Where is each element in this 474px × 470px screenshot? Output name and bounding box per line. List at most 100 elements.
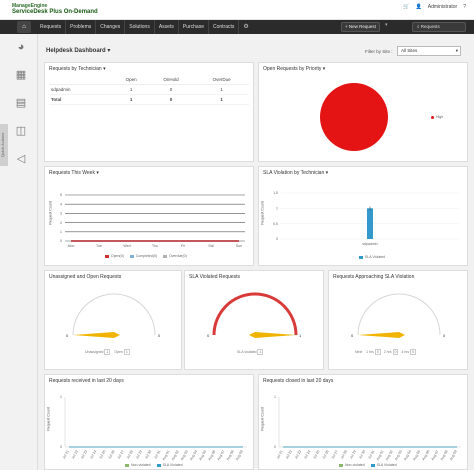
x-tick-label: Aug 07 [431,449,440,461]
sla-violated-gauge [212,292,298,338]
legend-label: 2 hrs [383,350,392,354]
legend-swatch [370,463,375,467]
top-right-menu: 🛒 👤 Administrator ? [403,4,466,10]
nav-purchase[interactable]: Purchase [179,20,209,34]
x-tick-label: Jul 26 [322,449,330,459]
legend-item[interactable]: Completed(0) [129,254,157,258]
x-tick-label: Aug 01 [376,449,385,461]
legend-label: Next [355,350,363,354]
technician-name[interactable]: sdpadmin [49,84,115,95]
legend-swatch [163,254,168,258]
dashboard-title[interactable]: Helpdesk Dashboard ▾ [46,47,110,54]
total-open: 1 [114,94,148,105]
user-menu[interactable]: Administrator [428,4,457,10]
nav-solutions[interactable]: Solutions [125,20,155,34]
chevron-down-icon[interactable]: ▾ [385,22,388,28]
x-tick-label: Sun [236,244,242,248]
x-tick-label: Aug 02 [171,449,180,461]
legend-item[interactable]: Overdue(0) [163,254,187,258]
widget-requests-this-week: Requests This Week ▾ 5 4 3 2 1 0 Mon Tue Wed Thu F… [44,166,254,266]
x-tick-label: Jul 31 [153,449,161,459]
x-tick-label: Aug 05 [198,449,207,461]
open-count[interactable]: 1 [114,84,148,95]
widget-sla-violated: SLA Violated Requests 0 1 SLA violated 1 [184,270,324,370]
document-icon[interactable]: ▤ [14,96,28,110]
y-axis-title: Request Count [260,407,265,431]
gauge-min-label: 0 [351,333,354,338]
quick-actions-tab[interactable]: Quick Actions [0,124,8,166]
search-scope-select[interactable]: ⌕ Requests [412,22,466,32]
y-axis-title: Request Count [260,201,265,225]
x-tick-label: Jul 29 [349,449,357,459]
column-header[interactable]: Open [114,75,148,85]
site-filter-value: All Sites [401,48,418,53]
left-sidebar: Quick Actions ◕ ▦ ▤ ◫ ◁ [0,34,38,470]
widget-received-20-days: Requests received in last 20 days 1 0 Jul … [44,374,254,470]
approaching-gauge [357,293,441,338]
column-header[interactable]: OverDue [194,75,249,85]
x-tick-label: Jul 24 [89,449,97,459]
help-icon[interactable]: ? [463,4,466,10]
nav-assets[interactable]: Assets [155,20,179,34]
gauge-arc [357,293,441,336]
legend-item[interactable]: SLA Violated [156,463,183,467]
legend-item[interactable]: Next [355,350,362,354]
legend-label: 4 hrs [401,350,410,354]
brand-product-name[interactable]: ServiceDesk Plus On-Demand [12,9,98,15]
pie-chart-icon[interactable]: ◕ [14,40,28,54]
x-tick-label: Jul 30 [358,449,366,459]
site-filter-select[interactable]: All Sites ▾ [397,46,461,56]
gauge-needle-hub [399,332,405,338]
cart-icon[interactable]: 🛒 [403,4,409,10]
legend-label: SLA Violated [376,463,397,467]
y-tick-label: 1.5 [273,191,278,195]
x-tick-label: sdpadmin [362,242,377,246]
legend-item[interactable]: Open(0) [105,254,124,258]
closed-line-chart: 10Jul 21 Jul 22 Jul 23 Jul 24 Jul 25 Jul 26 Ju… [274,395,461,461]
legend-item[interactable]: 1 hrs 0 [366,349,381,355]
pie-slice-high[interactable] [320,83,388,151]
x-tick-label: Jul 25 [98,449,106,459]
x-tick-label: Mon [68,244,75,248]
chart-legend: Non-violated SLA Violated [339,463,397,467]
nav-contracts[interactable]: Contracts [209,20,240,34]
overdue-count[interactable]: 1 [194,84,249,95]
home-icon[interactable]: ⌂ [17,21,31,33]
user-icon[interactable]: 👤 [416,4,422,10]
new-request-button[interactable]: + New Request [341,22,380,32]
legend-item[interactable]: 2 hrs 0 [383,349,399,355]
nav-problems[interactable]: Problems [66,20,97,34]
legend-item[interactable]: Non-violated [125,463,151,467]
legend-item[interactable]: Open 1 [114,349,130,355]
legend-item[interactable]: High [431,115,443,119]
x-tick-label: Jul 29 [135,449,143,459]
y-tick-label: 5 [60,193,62,197]
legend-label: Non-violated [131,463,151,467]
legend-item[interactable]: SLA violated 1 [237,349,264,355]
calendar-icon[interactable]: ▦ [14,68,28,82]
bar[interactable] [367,208,373,239]
main-nav: Requests Problems Changes Solutions Asse… [36,20,253,34]
unassigned-gauge [72,293,156,338]
legend-item[interactable]: Non-violated [339,463,365,467]
legend-item[interactable]: SLA Violated [359,255,385,259]
gear-icon[interactable]: ⚙ [239,20,252,34]
legend-item[interactable]: Unassigned 1 [85,349,111,355]
legend-label: High [436,115,444,119]
legend-value: 0 [374,349,381,355]
legend-item[interactable]: SLA Violated [370,463,397,467]
table-header-row: Open OnHold OverDue [49,75,249,85]
widget-sla-by-technician: SLA Violation by Technician ▾ 1.5 1 0.5 0 sd… [258,166,468,266]
gauge-needle [255,332,296,338]
legend-swatch [105,254,109,258]
column-header[interactable]: OnHold [147,75,195,85]
legend-label: Open [114,350,123,354]
legend-item[interactable]: 4 hrs 0 [401,349,417,355]
nav-requests[interactable]: Requests [36,20,67,34]
nav-changes[interactable]: Changes [96,20,126,34]
onhold-count[interactable]: 0 [147,84,195,95]
widget-unassigned-open: Unassigned and Open Requests 0 0 Unassig… [44,270,182,370]
announcement-icon[interactable]: ◁ [14,152,28,166]
y-tick-label: 0 [60,445,62,449]
chart-icon[interactable]: ◫ [14,124,28,138]
